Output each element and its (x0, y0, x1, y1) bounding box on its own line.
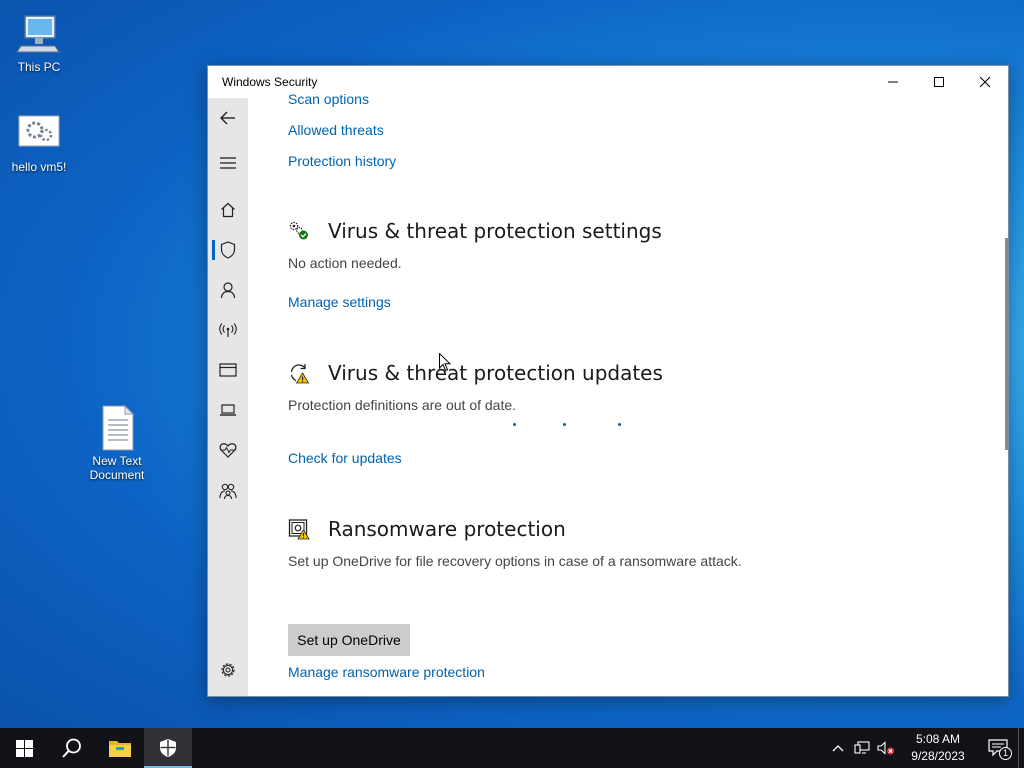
file-explorer-icon (109, 741, 131, 757)
start-button[interactable] (0, 728, 48, 768)
action-center-button[interactable]: 1 (978, 728, 1018, 768)
progress-dot (513, 423, 516, 426)
search-icon (62, 738, 81, 758)
update-refresh-warning-icon (290, 364, 310, 384)
gears-shortcut-icon (18, 115, 60, 147)
ransomware-folder-warning-icon (288, 519, 310, 540)
mouse-cursor-icon (439, 353, 451, 372)
updates-section-description: Protection definitions are out of date. (288, 397, 517, 413)
main-content: Scan options Allowed threats Protection … (248, 91, 1000, 696)
nav-back-button[interactable] (208, 100, 248, 136)
nav-settings[interactable] (208, 652, 248, 688)
nav-virus-threat-protection[interactable] (208, 232, 248, 268)
maximize-icon (934, 77, 944, 87)
close-button[interactable] (962, 66, 1008, 98)
desktop-icon-new-text-document[interactable]: New Text Document (79, 404, 155, 482)
show-hidden-icons-button[interactable] (826, 728, 850, 768)
windows-security-window: Windows Security Scan options Allowed th… (207, 65, 1009, 697)
progress-dot (563, 423, 566, 426)
network-icon (854, 741, 870, 754)
taskbar: 5:08 AM 9/28/2023 1 (0, 728, 1024, 768)
desktop-icon-label: This PC (17, 60, 61, 74)
maximize-button[interactable] (916, 66, 962, 98)
ransomware-section-title: Ransomware protection (328, 517, 566, 541)
desktop-icon-this-pc[interactable]: This PC (1, 10, 77, 74)
settings-section-description: No action needed. (288, 255, 402, 271)
system-tray: 5:08 AM 9/28/2023 1 (826, 728, 1024, 768)
vertical-scrollbar[interactable] (1005, 238, 1008, 450)
computer-icon (16, 15, 60, 53)
nav-app-browser-control[interactable] (208, 352, 248, 388)
manage-settings-link[interactable]: Manage settings (288, 294, 391, 310)
clock[interactable]: 5:08 AM 9/28/2023 (898, 731, 978, 765)
desktop-icon-hello-vm5[interactable]: hello vm5! (1, 110, 77, 174)
wireless-antenna-icon (219, 323, 237, 337)
settings-section-title: Virus & threat protection settings (328, 219, 662, 243)
allowed-threats-link[interactable]: Allowed threats (288, 122, 384, 138)
notification-count-badge: 1 (999, 747, 1012, 760)
file-explorer-button[interactable] (96, 728, 144, 768)
shield-icon (220, 241, 236, 259)
show-desktop-button[interactable] (1018, 728, 1024, 768)
heart-pulse-icon (219, 443, 237, 458)
protection-history-link[interactable]: Protection history (288, 153, 396, 169)
minimize-button[interactable] (870, 66, 916, 98)
updates-section-title: Virus & threat protection updates (328, 361, 663, 385)
desktop-icon-label: New Text Document (89, 454, 145, 482)
nav-home[interactable] (208, 192, 248, 228)
volume-muted-icon (877, 741, 895, 755)
text-document-icon (102, 404, 135, 451)
chevron-up-icon (832, 745, 844, 752)
hamburger-menu-icon (220, 157, 236, 169)
app-browser-icon (219, 363, 237, 377)
minimize-icon (888, 81, 898, 83)
manage-ransomware-protection-link[interactable]: Manage ransomware protection (288, 664, 485, 680)
clock-date: 9/28/2023 (911, 749, 965, 763)
window-title: Windows Security (222, 75, 318, 89)
progress-dot (618, 423, 621, 426)
nav-family-options[interactable] (208, 473, 248, 509)
nav-account-protection[interactable] (208, 272, 248, 308)
windows-security-taskbar-button[interactable] (144, 728, 192, 768)
network-tray-button[interactable] (850, 728, 874, 768)
search-button[interactable] (48, 728, 96, 768)
nav-menu-button[interactable] (208, 145, 248, 181)
laptop-icon (220, 404, 236, 416)
desktop-icon-label: hello vm5! (11, 160, 67, 174)
set-up-onedrive-button[interactable]: Set up OneDrive (288, 624, 410, 656)
nav-device-performance-health[interactable] (208, 432, 248, 468)
nav-device-security[interactable] (208, 392, 248, 428)
scan-options-link[interactable]: Scan options (288, 91, 369, 107)
settings-gears-check-icon (289, 221, 308, 240)
check-for-updates-link[interactable]: Check for updates (288, 450, 402, 466)
family-icon (219, 483, 237, 500)
windows-security-icon (160, 739, 176, 757)
gear-icon (221, 663, 235, 677)
clock-time: 5:08 AM (915, 732, 961, 746)
start-icon (15, 739, 33, 757)
home-icon (221, 202, 235, 218)
nav-firewall-network[interactable] (208, 312, 248, 348)
volume-tray-button[interactable] (874, 728, 898, 768)
close-icon (979, 76, 991, 88)
ransomware-section-description: Set up OneDrive for file recovery option… (288, 553, 742, 569)
back-arrow-icon (220, 111, 235, 125)
navigation-rail (208, 98, 248, 696)
person-icon (220, 282, 236, 299)
